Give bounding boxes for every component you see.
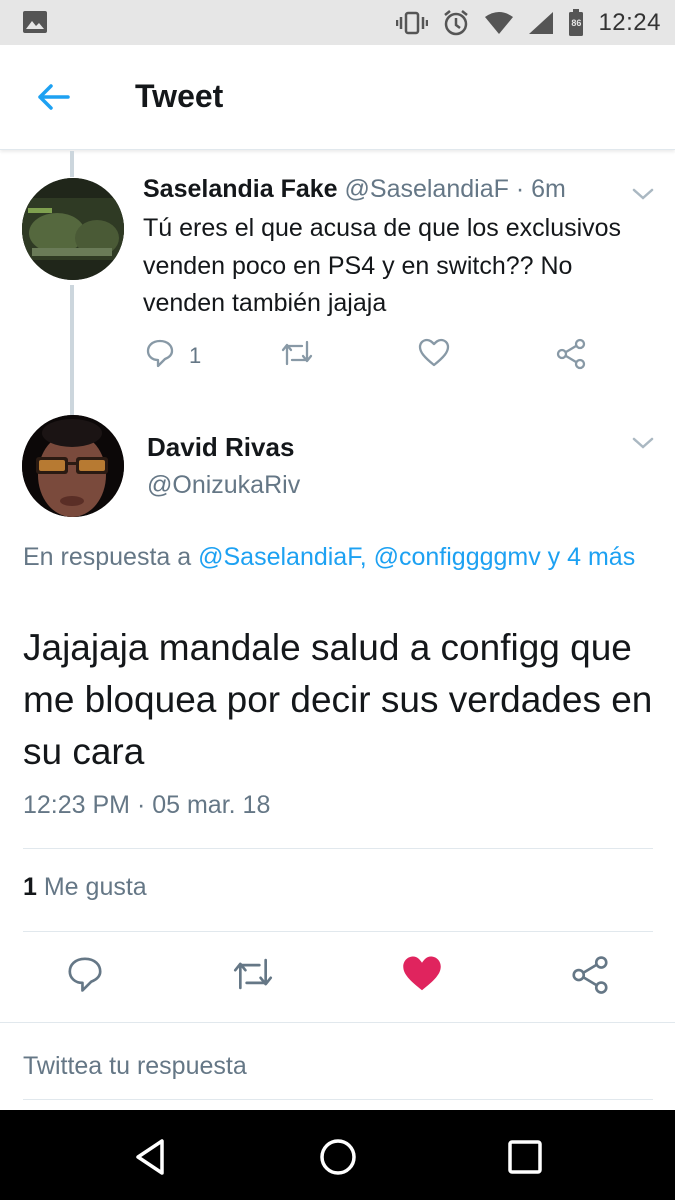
tweet-text: Jajajaja mandale salud a configg que me … (23, 627, 653, 772)
share-button[interactable] (555, 338, 587, 375)
page-title: Tweet (135, 78, 224, 114)
separator-dot: · (515, 175, 525, 203)
back-triangle-icon[interactable] (130, 1135, 174, 1179)
thread-line (70, 285, 74, 415)
parent-tweet-header: Saselandia Fake @SaselandiaF · 6m (143, 175, 566, 204)
retweet-icon (231, 955, 275, 998)
reply-count: 1 (189, 342, 202, 368)
avatar[interactable] (22, 178, 124, 280)
alarm-icon (442, 9, 470, 37)
likes-summary[interactable]: 1 Me gusta (23, 873, 147, 902)
home-circle-icon[interactable] (316, 1135, 360, 1179)
divider (0, 1022, 675, 1023)
retweet-button[interactable] (231, 955, 275, 998)
battery-icon: 86 (568, 8, 584, 37)
reply-placeholder: Twittea tu respuesta (23, 1052, 247, 1080)
like-button[interactable] (402, 955, 442, 998)
share-icon (555, 338, 587, 375)
share-button[interactable] (570, 955, 610, 1000)
navigation-bar (0, 1110, 675, 1200)
retweet-button[interactable] (280, 338, 314, 373)
author-handle[interactable]: @SaselandiaF (345, 175, 509, 203)
tweet-age: 6m (531, 175, 566, 203)
reply-icon (145, 338, 175, 373)
tweet-actions: 1 (143, 338, 643, 374)
status-time: 12:24 (598, 8, 661, 36)
thread-line (70, 151, 74, 177)
likes-count: 1 (23, 873, 37, 901)
chevron-down-icon[interactable] (630, 184, 656, 204)
app-header: Tweet (0, 45, 675, 150)
avatar[interactable] (22, 415, 124, 517)
reply-mentions-link[interactable]: @SaselandiaF, @configgggmv y 4 más (198, 543, 635, 571)
divider (23, 931, 653, 932)
reply-button[interactable]: 1 (145, 338, 201, 373)
author-name[interactable]: David Rivas (147, 432, 294, 463)
wifi-icon (484, 11, 514, 35)
divider (23, 848, 653, 849)
status-bar: 86 12:24 (0, 0, 675, 45)
reply-input[interactable]: Twittea tu respuesta (23, 1050, 653, 1100)
share-icon (570, 955, 610, 1000)
tweet-timestamp: 12:23 PM · 05 mar. 18 (23, 791, 271, 819)
reply-prefix: En respuesta a (23, 543, 199, 571)
tweet-actions (0, 955, 675, 999)
reply-context: En respuesta a @SaselandiaF, @configgggm… (23, 538, 663, 576)
signal-icon (528, 11, 554, 35)
reply-icon (66, 955, 104, 998)
like-button[interactable] (418, 338, 450, 373)
vibrate-icon (396, 11, 429, 35)
reply-button[interactable] (66, 955, 104, 998)
tweet-text: Tú eres el que acusa de que los exclusiv… (143, 214, 622, 317)
author-handle[interactable]: @OnizukaRiv (147, 471, 300, 500)
like-filled-icon (402, 955, 442, 998)
retweet-icon (280, 338, 314, 373)
author-name[interactable]: Saselandia Fake (143, 175, 338, 203)
recents-square-icon[interactable] (503, 1135, 547, 1179)
arrow-left-icon[interactable] (34, 81, 74, 113)
like-icon (418, 338, 450, 373)
battery-level: 86 (571, 17, 582, 28)
likes-label: Me gusta (43, 873, 147, 901)
chevron-down-icon[interactable] (630, 433, 656, 453)
image-icon (22, 10, 48, 34)
